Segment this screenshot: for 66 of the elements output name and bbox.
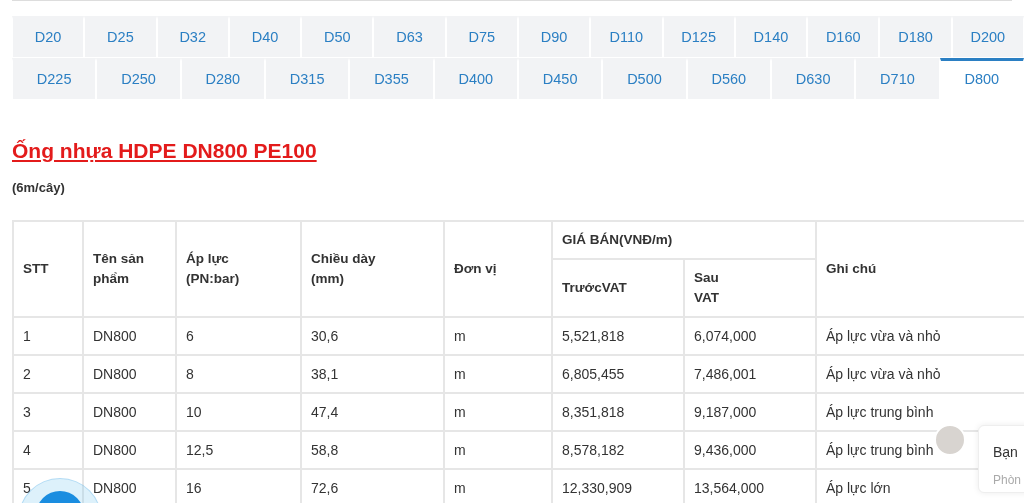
- size-tab[interactable]: D315: [265, 58, 350, 100]
- size-tab[interactable]: D280: [180, 58, 265, 100]
- size-tab[interactable]: D50: [301, 16, 374, 58]
- size-tab[interactable]: D90: [517, 16, 591, 58]
- table-cell: 5,521,818: [552, 317, 684, 355]
- chat-subtext: Phòn: [993, 472, 1023, 489]
- table-cell: 8,351,818: [552, 393, 684, 431]
- table-cell: 6: [176, 317, 301, 355]
- table-cell: DN800: [83, 431, 176, 469]
- table-cell: 6,805,455: [552, 355, 684, 393]
- size-tab[interactable]: D180: [879, 16, 952, 58]
- table-cell: 8,578,182: [552, 431, 684, 469]
- table-cell: 7,486,001: [684, 355, 816, 393]
- column-header: TrướcVAT: [552, 259, 684, 317]
- size-tab[interactable]: D200: [951, 16, 1024, 58]
- size-tab[interactable]: D400: [433, 58, 518, 100]
- size-tab[interactable]: D630: [770, 58, 856, 100]
- table-cell: m: [444, 431, 552, 469]
- size-tab[interactable]: D20: [12, 16, 85, 58]
- column-header: Ghi chú: [816, 221, 1024, 317]
- size-tab[interactable]: D125: [662, 16, 735, 58]
- size-tab[interactable]: D25: [84, 16, 157, 58]
- size-tab[interactable]: D225: [12, 58, 97, 100]
- table-cell: 10: [176, 393, 301, 431]
- table-cell: 2: [13, 355, 83, 393]
- size-tab[interactable]: D110: [590, 16, 663, 58]
- table-cell: 12,5: [176, 431, 301, 469]
- table-cell: m: [444, 317, 552, 355]
- table-cell: 38,1: [301, 355, 444, 393]
- column-header: STT: [13, 221, 83, 317]
- table-cell: 4: [13, 431, 83, 469]
- table-cell: 58,8: [301, 431, 444, 469]
- table-cell: 30,6: [301, 317, 444, 355]
- size-tab[interactable]: D75: [445, 16, 518, 58]
- table-cell: 6,074,000: [684, 317, 816, 355]
- table-cell: 8: [176, 355, 301, 393]
- size-tab[interactable]: D40: [228, 16, 302, 58]
- column-header: Chiều dày (mm): [301, 221, 444, 317]
- table-cell: DN800: [83, 393, 176, 431]
- table-cell: m: [444, 393, 552, 431]
- table-cell: 1: [13, 317, 83, 355]
- chat-message: Bạn: [993, 443, 1019, 462]
- size-tab[interactable]: D710: [855, 58, 940, 100]
- table-cell: 47,4: [301, 393, 444, 431]
- column-header: GIÁ BÁN(VNĐ/m): [552, 221, 816, 259]
- column-header: Áp lực (PN:bar): [176, 221, 301, 317]
- table-cell: 9,436,000: [684, 431, 816, 469]
- size-tab[interactable]: D355: [349, 58, 434, 100]
- size-tab[interactable]: D250: [96, 58, 181, 100]
- table-cell: DN800: [83, 317, 176, 355]
- size-tab[interactable]: D140: [734, 16, 808, 58]
- column-header: Đơn vị: [444, 221, 552, 317]
- table-cell: 9,187,000: [684, 393, 816, 431]
- column-header: Tên sản phẩm: [83, 221, 176, 317]
- size-tab[interactable]: D63: [373, 16, 446, 58]
- page-title: Ống nhựa HDPE DN800 PE100: [12, 138, 317, 164]
- chat-popup[interactable]: Bạn Phòn: [978, 425, 1024, 493]
- table-cell: DN800: [83, 355, 176, 393]
- size-tab[interactable]: D560: [686, 58, 771, 100]
- size-tab[interactable]: D450: [517, 58, 603, 100]
- length-note: (6m/cây): [12, 179, 65, 197]
- size-tab[interactable]: D32: [156, 16, 229, 58]
- size-tab[interactable]: D160: [807, 16, 880, 58]
- table-cell: m: [444, 355, 552, 393]
- size-tab[interactable]: D500: [602, 58, 687, 100]
- table-cell: 3: [13, 393, 83, 431]
